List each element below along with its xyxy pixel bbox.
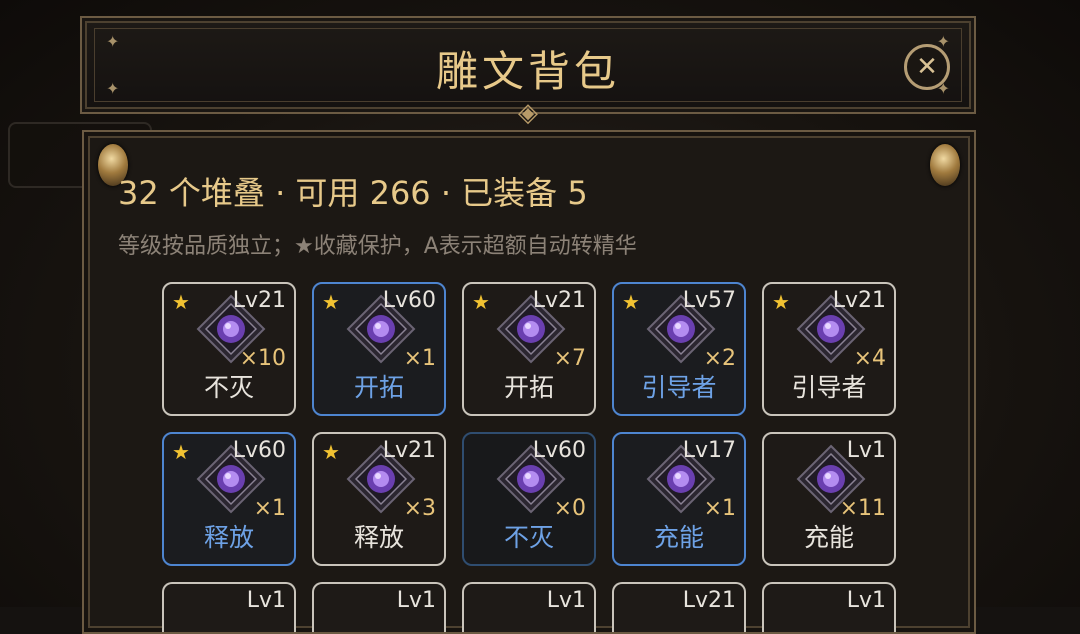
glyph-level: Lv17 bbox=[682, 438, 736, 463]
glyph-level: Lv60 bbox=[532, 438, 586, 463]
glyph-level: Lv21 bbox=[682, 588, 736, 613]
title-frame: ✦ ✦ ✦ ✦ 雕文背包 ✕ ◈ bbox=[80, 16, 976, 128]
inventory-summary: 32 个堆叠 · 可用 266 · 已装备 5 bbox=[118, 174, 588, 212]
glyph-level: Lv1 bbox=[546, 588, 586, 613]
glyph-card[interactable]: Lv60 ×0 不灭 bbox=[462, 432, 596, 566]
favorite-star-icon: ★ bbox=[322, 440, 340, 464]
glyph-card[interactable]: ★ Lv57 ×2 引导者 bbox=[612, 282, 746, 416]
glyph-name: 引导者 bbox=[791, 373, 867, 402]
close-button[interactable]: ✕ bbox=[904, 44, 950, 90]
glyph-card[interactable]: Lv1 bbox=[762, 582, 896, 632]
favorite-star-icon: ★ bbox=[772, 290, 790, 314]
glyph-name: 引导者 bbox=[641, 373, 717, 402]
glyph-card[interactable]: ★ Lv21 ×4 引导者 bbox=[762, 282, 896, 416]
glyph-card[interactable]: Lv21 bbox=[612, 582, 746, 632]
glyph-card[interactable]: Lv1 bbox=[462, 582, 596, 632]
glyph-card[interactable]: ★ Lv60 ×1 释放 bbox=[162, 432, 296, 566]
glyph-grid: ★ Lv21 ×10 不灭 ★ Lv60 ×1 开拓 ★ Lv21 ×7 开拓 … bbox=[162, 282, 896, 632]
glyph-level: Lv21 bbox=[382, 438, 436, 463]
page-title: 雕文背包 bbox=[435, 47, 620, 96]
glyph-name: 开拓 bbox=[503, 373, 554, 402]
glyph-name: 释放 bbox=[353, 523, 404, 552]
stud-icon bbox=[930, 144, 960, 186]
glyph-name: 充能 bbox=[653, 523, 704, 552]
glyph-level: Lv21 bbox=[232, 288, 286, 313]
glyph-card[interactable]: ★ Lv21 ×7 开拓 bbox=[462, 282, 596, 416]
glyph-name: 不灭 bbox=[503, 523, 554, 552]
glyph-card[interactable]: Lv1 bbox=[312, 582, 446, 632]
glyph-level: Lv57 bbox=[682, 288, 736, 313]
close-icon: ✕ bbox=[916, 52, 938, 82]
glyph-card[interactable]: ★ Lv60 ×1 开拓 bbox=[312, 282, 446, 416]
glyph-level: Lv60 bbox=[232, 438, 286, 463]
glyph-level: Lv21 bbox=[832, 288, 886, 313]
diamond-ornament-icon: ◈ bbox=[518, 98, 538, 128]
glyph-card[interactable]: ★ Lv21 ×3 释放 bbox=[312, 432, 446, 566]
glyph-level: Lv60 bbox=[382, 288, 436, 313]
favorite-star-icon: ★ bbox=[172, 290, 190, 314]
glyph-card[interactable]: Lv1 bbox=[162, 582, 296, 632]
glyph-name: 不灭 bbox=[203, 373, 254, 402]
favorite-star-icon: ★ bbox=[172, 440, 190, 464]
glyph-level: Lv21 bbox=[532, 288, 586, 313]
glyph-card[interactable]: Lv1 ×11 充能 bbox=[762, 432, 896, 566]
glyph-level: Lv1 bbox=[846, 588, 886, 613]
glyph-level: Lv1 bbox=[246, 588, 286, 613]
glyph-level: Lv1 bbox=[396, 588, 436, 613]
favorite-star-icon: ★ bbox=[622, 290, 640, 314]
glyph-name: 充能 bbox=[803, 523, 854, 552]
glyph-inventory-panel: 32 个堆叠 · 可用 266 · 已装备 5 等级按品质独立；★收藏保护，A表… bbox=[82, 130, 976, 634]
glyph-card[interactable]: ★ Lv21 ×10 不灭 bbox=[162, 282, 296, 416]
favorite-star-icon: ★ bbox=[322, 290, 340, 314]
favorite-star-icon: ★ bbox=[472, 290, 490, 314]
glyph-card[interactable]: Lv17 ×1 充能 bbox=[612, 432, 746, 566]
glyph-name: 释放 bbox=[203, 523, 254, 552]
inventory-hint: 等级按品质独立；★收藏保护，A表示超额自动转精华 bbox=[118, 234, 637, 259]
glyph-name: 开拓 bbox=[353, 373, 404, 402]
glyph-level: Lv1 bbox=[846, 438, 886, 463]
